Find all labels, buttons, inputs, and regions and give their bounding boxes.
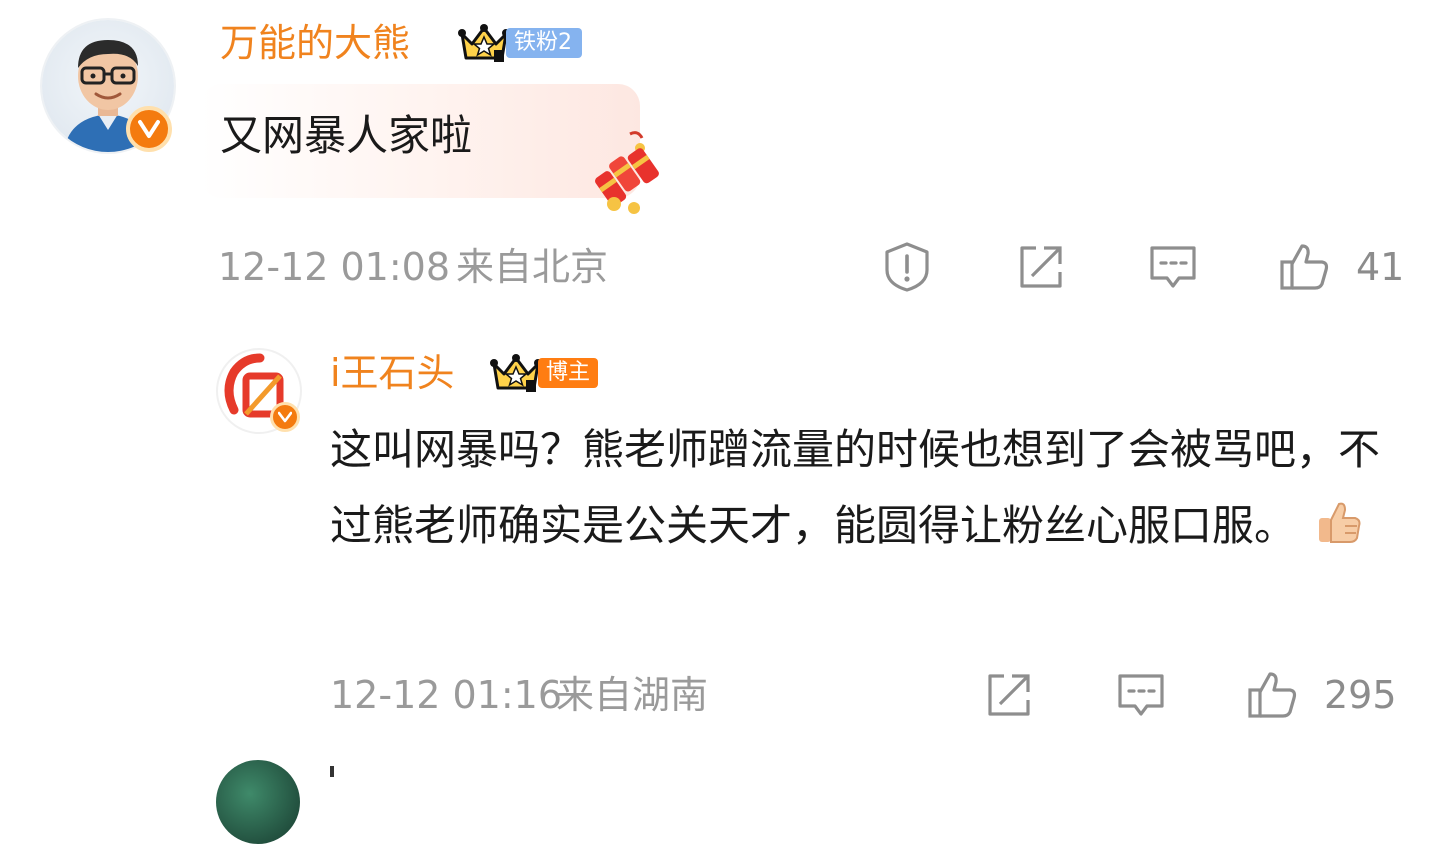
like-icon[interactable] xyxy=(1246,668,1300,722)
share-icon[interactable] xyxy=(1014,240,1068,294)
comment-location: 来自北京 xyxy=(456,245,609,289)
crown-icon xyxy=(490,354,542,392)
comment-icon[interactable] xyxy=(1146,240,1200,294)
comment-text: 这叫网暴吗？熊老师蹭流量的时候也想到了会被骂吧，不过熊老师确实是公关天才，能圆得… xyxy=(330,425,1381,550)
username[interactable]: 万能的大熊 xyxy=(220,20,410,66)
fan-level-badge: 铁粉2 xyxy=(506,28,582,58)
avatar[interactable] xyxy=(216,760,300,844)
comment-icon[interactable] xyxy=(1114,668,1168,722)
like-count: 295 xyxy=(1324,673,1397,717)
like-icon[interactable] xyxy=(1278,240,1332,294)
crown-icon xyxy=(458,24,510,62)
username[interactable]: i王石头 xyxy=(330,350,455,396)
firecracker-icon xyxy=(595,131,659,214)
comment-location: 来自湖南 xyxy=(556,673,709,717)
host-badge: 博主 xyxy=(538,358,599,388)
verified-badge-icon xyxy=(270,402,300,432)
like-count: 41 xyxy=(1356,245,1405,289)
share-icon[interactable] xyxy=(982,668,1036,722)
next-comment-fragment xyxy=(330,766,334,777)
report-icon[interactable] xyxy=(880,240,934,294)
thumbs-up-emoji-icon xyxy=(1319,502,1361,543)
comment-text: 又网暴人家啦 xyxy=(220,111,473,160)
comment-time: 12-12 01:16 xyxy=(330,673,563,717)
comment-time: 12-12 01:08 xyxy=(218,245,451,289)
verified-badge-icon xyxy=(126,106,172,152)
